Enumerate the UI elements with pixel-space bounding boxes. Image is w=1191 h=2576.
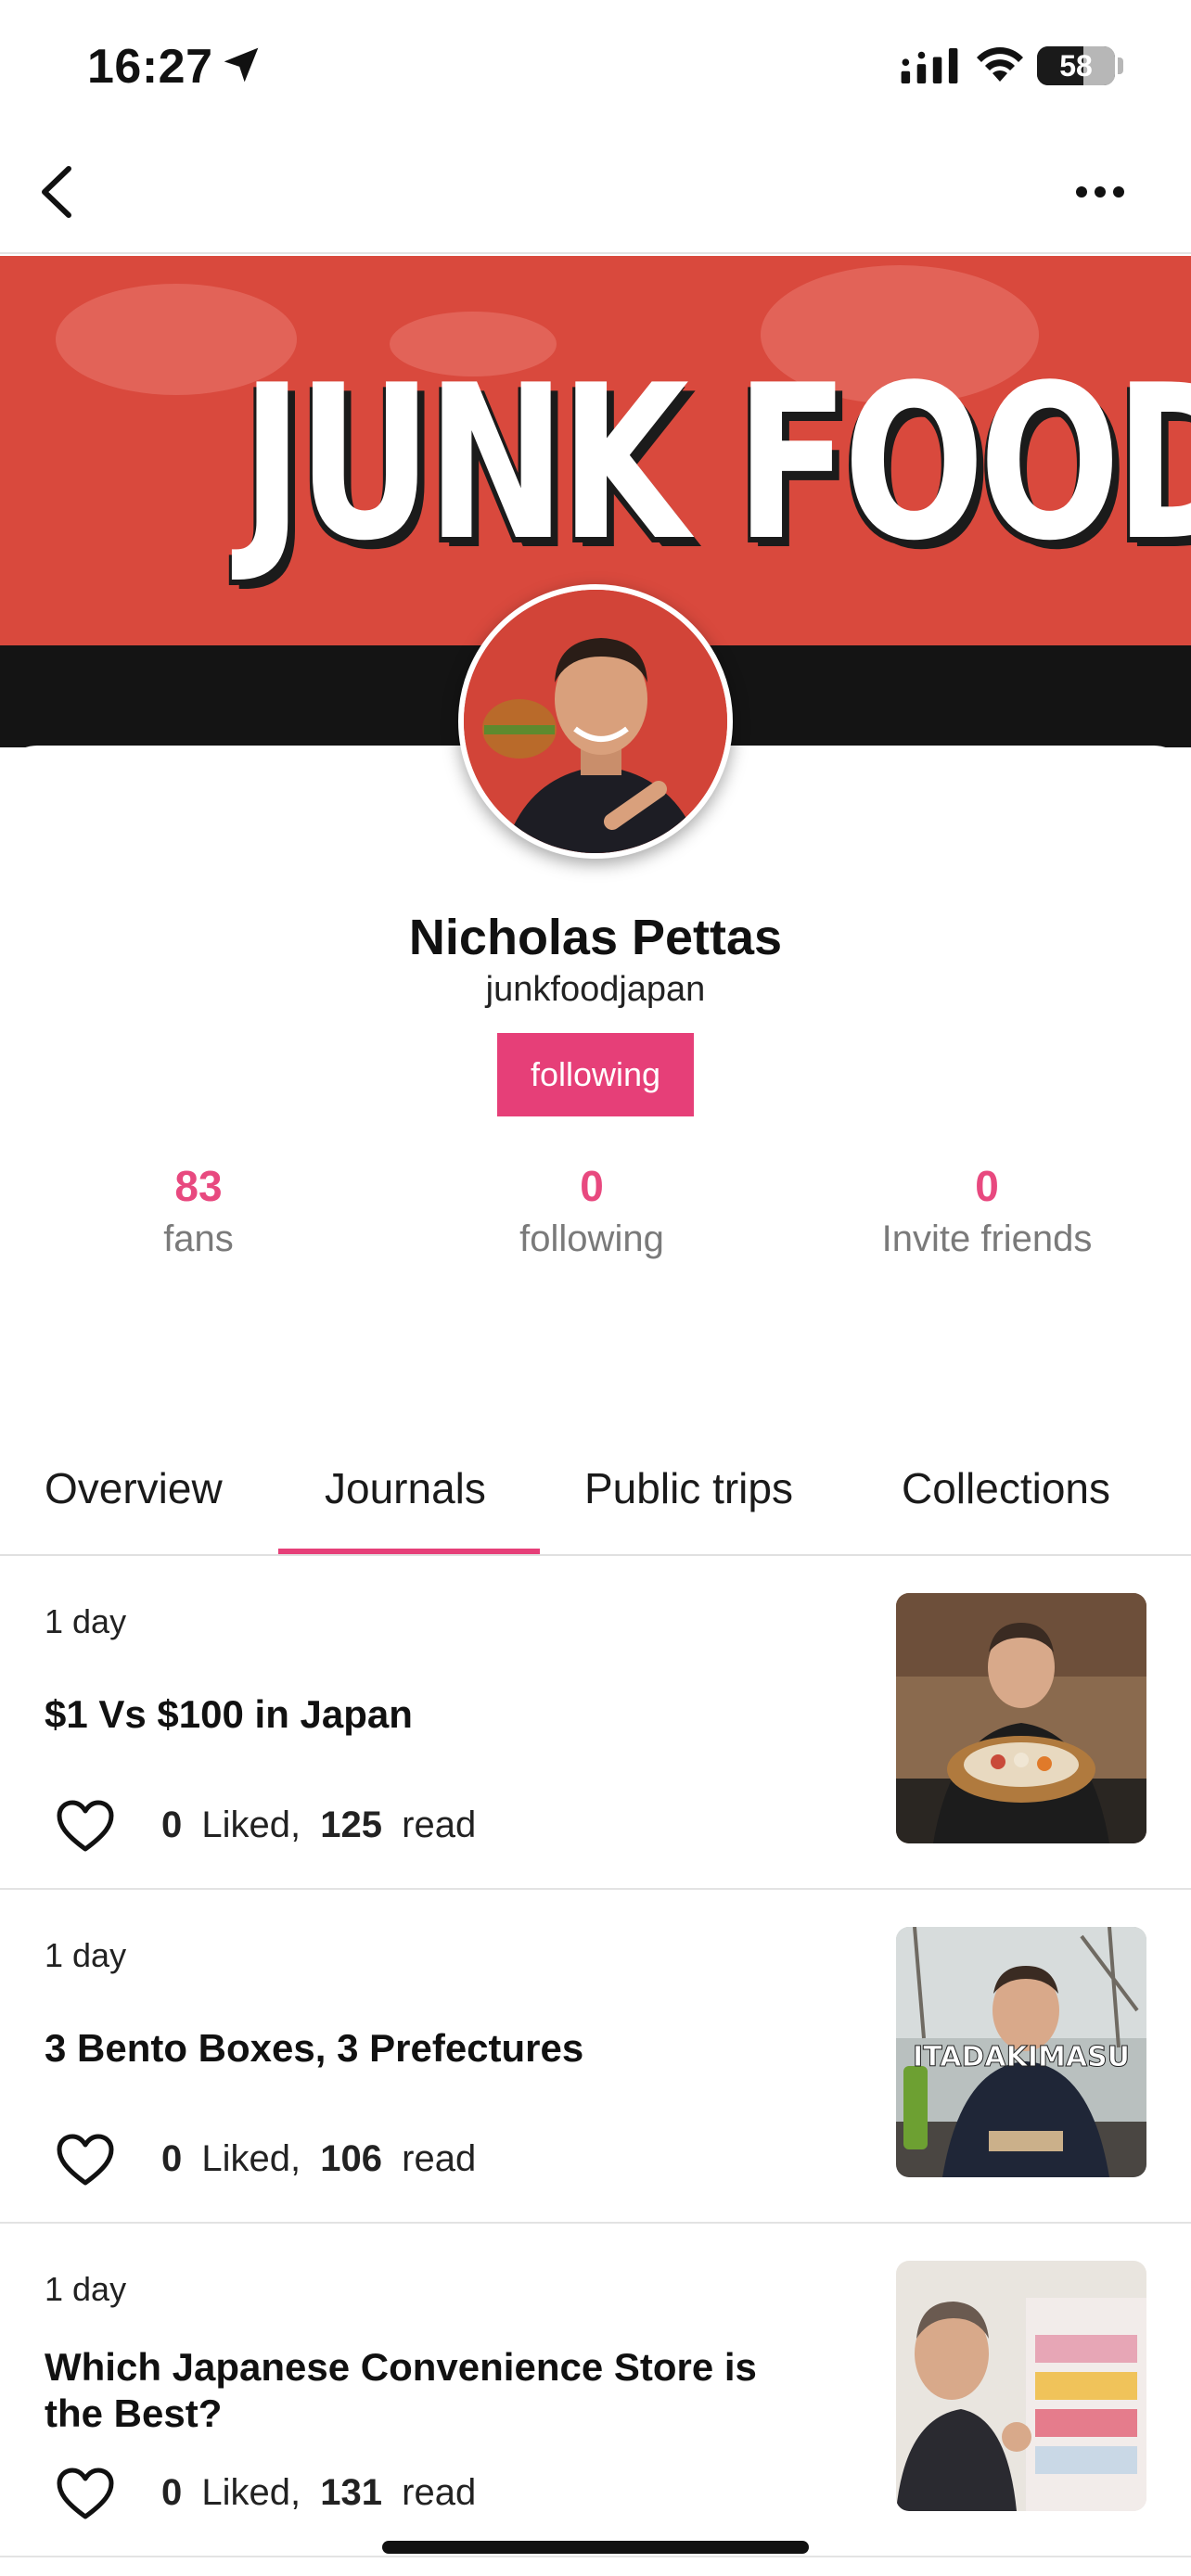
read-count: 131 [320, 2472, 382, 2513]
stat-number: 83 [174, 1162, 223, 1210]
read-count: 106 [320, 2138, 382, 2179]
active-tab-indicator [278, 1549, 540, 1554]
journal-stats: 0 Liked, 131 read [161, 2472, 476, 2514]
journal-item[interactable]: 1 day $1 Vs $100 in Japan 0 Liked, 125 r… [0, 1556, 1191, 1890]
liked-count: 0 [161, 2472, 183, 2513]
journal-thumbnail[interactable] [896, 1593, 1146, 1843]
tab-collections[interactable]: Collections [902, 1463, 1110, 1556]
journal-time: 1 day [45, 1602, 127, 1640]
profile-name: Nicholas Pettas [408, 910, 783, 965]
read-label: read [402, 2472, 477, 2513]
tab-bar: Overview Journals Public trips Collectio… [0, 1447, 1191, 1556]
battery-level: 58 [1059, 49, 1093, 83]
avatar-image [464, 590, 727, 853]
read-label: read [402, 2138, 477, 2179]
journal-item[interactable]: 1 day 3 Bento Boxes, 3 Prefectures 0 Lik… [0, 1890, 1191, 2224]
battery-icon: 58 [1037, 46, 1115, 85]
stat-number: 0 [975, 1162, 999, 1210]
profile-handle: junkfoodjapan [485, 970, 706, 1009]
journal-thumbnail[interactable] [896, 2261, 1146, 2511]
stat-following[interactable]: 0 following [393, 1161, 790, 1260]
liked-count: 0 [161, 1804, 183, 1845]
read-label: read [402, 1804, 477, 1845]
stat-fans[interactable]: 83 fans [0, 1161, 397, 1260]
tab-overview[interactable]: Overview [45, 1463, 223, 1556]
home-indicator [382, 2541, 809, 2554]
liked-label: Liked, [201, 1804, 301, 1845]
liked-count: 0 [161, 2138, 183, 2179]
journal-thumbnail[interactable]: ITADAKIMASU [896, 1927, 1146, 2177]
heart-icon[interactable] [56, 2467, 115, 2522]
stat-invite-friends[interactable]: 0 Invite friends [788, 1161, 1185, 1260]
journal-item[interactable]: 1 day Which Japanese Convenience Store i… [0, 2224, 1191, 2557]
wifi-icon [977, 47, 1023, 82]
journal-time: 1 day [45, 2270, 127, 2308]
journal-title[interactable]: Which Japanese Convenience Store is the … [45, 2344, 814, 2438]
read-count: 125 [320, 1804, 382, 1845]
cover-title: JUNK FOOD [241, 340, 1191, 588]
stat-number: 0 [580, 1162, 604, 1210]
avatar[interactable] [458, 584, 733, 859]
tab-journals[interactable]: Journals [325, 1463, 486, 1556]
journal-title[interactable]: $1 Vs $100 in Japan [45, 1691, 814, 1738]
journal-title[interactable]: 3 Bento Boxes, 3 Prefectures [45, 2025, 814, 2072]
thumbnail-caption: ITADAKIMASU [913, 2041, 1130, 2073]
heart-icon[interactable] [56, 1799, 115, 1855]
status-time: 16:27 [87, 40, 213, 94]
status-bar: 16:27 58 [0, 0, 1191, 139]
back-chevron-icon[interactable] [28, 159, 93, 224]
stat-label: fans [163, 1218, 234, 1259]
liked-label: Liked, [201, 2138, 301, 2179]
heart-icon[interactable] [56, 2133, 115, 2188]
more-icon[interactable] [1074, 178, 1126, 206]
nav-bar [0, 139, 1191, 254]
location-arrow-icon [224, 47, 259, 83]
signal-icon [901, 48, 958, 83]
stat-label: following [519, 1218, 664, 1259]
liked-label: Liked, [201, 2472, 301, 2513]
journal-stats: 0 Liked, 125 read [161, 1804, 476, 1846]
battery-tip [1118, 57, 1123, 74]
stat-label: Invite friends [881, 1218, 1093, 1259]
journal-time: 1 day [45, 1936, 127, 1974]
journal-stats: 0 Liked, 106 read [161, 2138, 476, 2180]
following-button[interactable]: following [497, 1033, 694, 1116]
tab-public-trips[interactable]: Public trips [584, 1463, 793, 1556]
